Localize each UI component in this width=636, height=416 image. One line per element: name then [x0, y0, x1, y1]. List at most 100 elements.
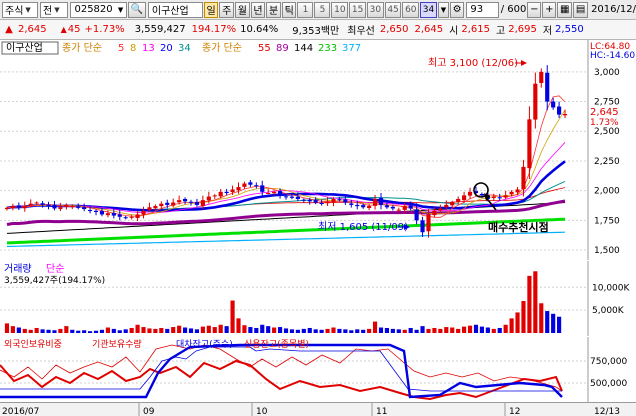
candle-down — [111, 212, 116, 216]
candle-down — [479, 193, 484, 196]
mode-button-minute[interactable]: 분 — [266, 1, 281, 18]
period-type-select[interactable]: 전 ▼ — [39, 1, 69, 18]
candle-up — [153, 206, 158, 209]
zoom-out-button[interactable]: − — [527, 1, 542, 18]
volume-bar — [153, 328, 158, 333]
volume-bar — [479, 326, 484, 333]
volume-chart-panel[interactable]: 거래량 단순 3,559,427주(194.17%) 10,000K 5,000K — [0, 261, 636, 336]
volume-bar — [551, 313, 556, 333]
volume-bar — [242, 325, 247, 333]
volume-bar — [10, 326, 15, 333]
x-axis-label: 11 — [376, 407, 387, 416]
indicator-chart-panel[interactable]: 외국인보유비중 기관보유수량 대차잔고(주수) 신용잔고(종목별) 750,00… — [0, 337, 636, 402]
search-button[interactable]: 🔍 — [128, 1, 146, 18]
price-chart-svg[interactable]: 이구산업 종가 단순 5 8 13 20 34 종가 단순 55 89 144 … — [0, 40, 636, 260]
hc-label: HC:-14.60 — [590, 51, 635, 61]
price-y-tick: 2,500 — [594, 127, 620, 137]
volume-bar — [307, 327, 312, 333]
candle-up — [230, 189, 235, 193]
interval-button-45[interactable]: 45 — [384, 1, 402, 18]
volume-bar — [171, 327, 176, 333]
candle-up — [426, 214, 431, 232]
candle-down — [301, 199, 306, 201]
gear-icon: ⚙ — [452, 4, 462, 15]
market-type-value: 주식 — [5, 6, 24, 17]
volume-bar — [343, 329, 348, 333]
indicator-chart-svg[interactable]: 외국인보유비중 기관보유수량 대차잔고(주수) 신용잔고(종목별) 750,00… — [0, 337, 636, 402]
volume-bar — [88, 331, 93, 333]
interval-button-5[interactable]: 5 — [314, 1, 331, 18]
current-price-tag-value: 2,645 — [590, 107, 619, 118]
volume-bar — [301, 328, 306, 333]
volume-bar — [295, 329, 300, 333]
volume-bar — [372, 321, 378, 333]
volume-bar — [58, 328, 63, 333]
mode-button-week[interactable]: 주 — [219, 1, 234, 18]
candle-down — [557, 106, 562, 115]
toolbar: 주식 ▼ 전 ▼ 025820 ▼ 🔍 이구산업 일 주 월 년 분 틱 1 5 10… — [0, 0, 636, 20]
calendar-button[interactable]: ▤ — [573, 1, 589, 18]
period-type-value: 전 — [42, 6, 53, 17]
x-axis-label: 09 — [143, 407, 155, 416]
mode-button-tick[interactable]: 틱 — [281, 1, 297, 18]
settings-button[interactable]: ⚙ — [449, 1, 465, 18]
candle-up — [28, 203, 33, 206]
candle-down — [182, 198, 188, 202]
current-price: 2,645 — [18, 24, 47, 35]
interval-button-34[interactable]: 34 — [420, 1, 437, 18]
mode-button-day[interactable]: 일 — [203, 1, 219, 18]
arrow-up-icon: ▲ — [5, 24, 13, 35]
volume-bar — [485, 327, 490, 333]
zoom-in-button[interactable]: + — [542, 1, 557, 18]
interval-button-60[interactable]: 60 — [402, 1, 420, 18]
price-chart-panel[interactable]: 이구산업 종가 단순 5 8 13 20 34 종가 단순 55 89 144 … — [0, 40, 636, 260]
calendar-icon: ▤ — [575, 4, 586, 15]
high-annotation: 최고 3,100 (12/06) — [428, 57, 518, 69]
candle-up — [147, 207, 152, 211]
candle-up — [503, 195, 508, 198]
ma-period-144: 144 — [294, 43, 313, 54]
candle-down — [378, 197, 384, 205]
interval-button-1[interactable]: 1 — [297, 1, 314, 18]
volume-bar — [260, 324, 265, 333]
interval-button-10[interactable]: 10 — [331, 1, 349, 18]
volume-bar — [76, 330, 81, 333]
price-change: 45 — [67, 24, 81, 35]
mode-button-year[interactable]: 년 — [250, 1, 266, 18]
volume-bar — [402, 329, 407, 333]
volume-bar — [337, 328, 342, 333]
volume-bar — [93, 330, 99, 333]
buy-signal-label: 매수추천시점 — [488, 220, 549, 234]
open-price: 2,615 — [461, 24, 490, 35]
interval-label: 1 — [302, 4, 309, 15]
candle-down — [188, 201, 194, 203]
high-label: 고 — [496, 26, 506, 37]
volume-chart-svg[interactable]: 거래량 단순 3,559,427주(194.17%) 10,000K 5,000K — [0, 261, 636, 336]
candle-up — [218, 191, 223, 197]
best-ask-label: 최우선 — [347, 26, 375, 37]
candle-down — [88, 210, 93, 212]
grid-toggle-button[interactable]: ▦ — [557, 1, 573, 18]
volume-bar — [70, 329, 75, 333]
candle-up — [432, 210, 437, 216]
interval-dropdown-button[interactable]: ▼ — [437, 1, 449, 18]
interval-button-15[interactable]: 15 — [349, 1, 366, 18]
count-value: 93 — [470, 4, 484, 15]
volume-bar — [456, 328, 461, 333]
count-input[interactable]: 93 — [466, 1, 499, 18]
ma-period-5: 5 — [118, 43, 124, 54]
volume-bar — [248, 327, 253, 333]
market-type-select[interactable]: 주식 ▼ — [2, 1, 38, 18]
volume-bar — [141, 327, 146, 333]
interval-button-30[interactable]: 30 — [366, 1, 384, 18]
candle-up — [456, 198, 461, 203]
volume-bar — [272, 327, 277, 333]
candle-down — [46, 204, 51, 207]
trade-amount: 9,353백만 — [292, 26, 340, 37]
volume-bar — [414, 329, 419, 333]
candle-down — [117, 214, 122, 217]
candle-up — [438, 208, 443, 211]
candle-up — [70, 206, 75, 208]
mode-button-month[interactable]: 월 — [234, 1, 250, 18]
stock-code-input[interactable]: 025820 ▼ — [70, 1, 128, 18]
